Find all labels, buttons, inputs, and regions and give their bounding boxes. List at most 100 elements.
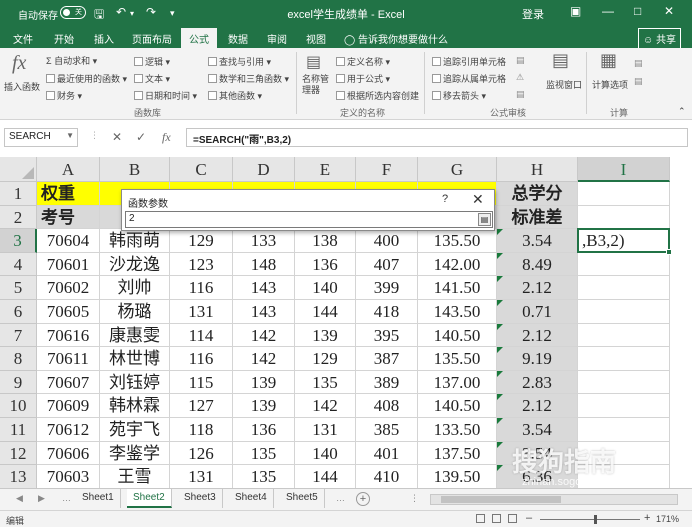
- watch-window-icon[interactable]: ▤: [552, 50, 569, 71]
- trace-precedents-button[interactable]: 追踪引用单元格: [432, 55, 506, 68]
- remove-arrows-button[interactable]: 移去箭头 ▾: [432, 89, 486, 102]
- help-button[interactable]: ?: [442, 193, 448, 205]
- tab-view[interactable]: 视图: [306, 31, 326, 46]
- cell-a9[interactable]: 70607: [37, 370, 100, 395]
- sheet-tab-sheet1[interactable]: Sheet1: [76, 489, 121, 508]
- evaluate-formula-icon[interactable]: ▤: [516, 89, 525, 100]
- cell-e6[interactable]: 144: [295, 300, 356, 324]
- row-header[interactable]: 6: [0, 300, 37, 324]
- cell-f5[interactable]: 399: [356, 276, 418, 300]
- cell-d10[interactable]: 139: [233, 394, 295, 418]
- cell-h10[interactable]: 2.12: [497, 394, 578, 418]
- name-box[interactable]: SEARCH ▼: [4, 128, 78, 147]
- column-header-f[interactable]: F: [356, 157, 418, 182]
- recent-functions-button[interactable]: 最近使用的函数 ▾: [46, 72, 127, 85]
- cell-a2[interactable]: 考号: [37, 205, 100, 230]
- calculator-icon[interactable]: ▦: [600, 50, 617, 71]
- cell-f13[interactable]: 410: [356, 465, 418, 488]
- cell-g7[interactable]: 140.50: [418, 323, 497, 348]
- cell-a1[interactable]: 权重: [37, 182, 100, 206]
- cell-c3[interactable]: 129: [170, 229, 233, 253]
- row-header[interactable]: 8: [0, 347, 37, 371]
- cell-b13[interactable]: 王雪: [100, 465, 170, 488]
- cell-g4[interactable]: 142.00: [418, 252, 497, 277]
- row-header[interactable]: 9: [0, 370, 37, 395]
- cell-i11[interactable]: [578, 418, 670, 442]
- minimize-icon[interactable]: —: [602, 4, 614, 18]
- cell-h7[interactable]: 2.12: [497, 323, 578, 348]
- zoom-slider-knob[interactable]: [594, 515, 597, 524]
- cell-d13[interactable]: 135: [233, 465, 295, 488]
- cell-h3[interactable]: 3.54: [497, 229, 578, 253]
- close-icon[interactable]: ✕: [472, 191, 484, 208]
- autosum-button[interactable]: Σ 自动求和 ▾: [46, 54, 97, 67]
- datetime-button[interactable]: 日期和时间 ▾: [134, 89, 197, 102]
- column-header-a[interactable]: A: [37, 157, 100, 182]
- enter-icon[interactable]: ✓: [136, 130, 146, 144]
- login-link[interactable]: 登录: [522, 6, 544, 22]
- fill-handle[interactable]: [666, 248, 672, 255]
- cell-f11[interactable]: 385: [356, 418, 418, 442]
- cell-f12[interactable]: 401: [356, 441, 418, 466]
- use-in-formula-button[interactable]: 用于公式 ▾: [336, 72, 390, 85]
- calculate-sheet-icon[interactable]: ▤: [634, 76, 643, 87]
- collapse-ribbon-icon[interactable]: ⌃: [678, 106, 686, 117]
- select-all-corner[interactable]: [0, 157, 37, 182]
- cell-d4[interactable]: 148: [233, 252, 295, 277]
- cell-i8[interactable]: [578, 347, 670, 371]
- financial-button[interactable]: 财务 ▾: [46, 89, 82, 102]
- cell-h9[interactable]: 2.83: [497, 370, 578, 395]
- cell-h8[interactable]: 9.19: [497, 347, 578, 371]
- column-header-b[interactable]: B: [100, 157, 170, 182]
- tab-insert[interactable]: 插入: [94, 31, 114, 46]
- name-manager-button[interactable]: 名称管理器: [302, 74, 332, 96]
- cell-g6[interactable]: 143.50: [418, 300, 497, 324]
- cell-e11[interactable]: 131: [295, 418, 356, 442]
- zoom-in-icon[interactable]: +: [644, 512, 650, 524]
- cell-a10[interactable]: 70609: [37, 394, 100, 418]
- cell-c11[interactable]: 118: [170, 418, 233, 442]
- scrollbar-thumb[interactable]: [441, 496, 561, 503]
- sheet-tab-sheet3[interactable]: Sheet3: [178, 489, 223, 508]
- more-functions-button[interactable]: 其他函数 ▾: [208, 89, 262, 102]
- cell-f3[interactable]: 400: [356, 229, 418, 253]
- add-sheet-icon[interactable]: +: [356, 492, 370, 506]
- cell-h4[interactable]: 8.49: [497, 252, 578, 277]
- cell-h11[interactable]: 3.54: [497, 418, 578, 442]
- row-header[interactable]: 13: [0, 465, 37, 488]
- lookup-button[interactable]: 查找与引用 ▾: [208, 55, 271, 68]
- row-header[interactable]: 11: [0, 418, 37, 442]
- more-sheets-icon[interactable]: …: [62, 493, 71, 503]
- cell-g10[interactable]: 140.50: [418, 394, 497, 418]
- row-header[interactable]: 2: [0, 205, 37, 230]
- cell-b8[interactable]: 林世博: [100, 347, 170, 371]
- cell-b11[interactable]: 苑宇飞: [100, 418, 170, 442]
- cell-i4[interactable]: [578, 252, 670, 277]
- cell-g5[interactable]: 141.50: [418, 276, 497, 300]
- row-header[interactable]: 12: [0, 441, 37, 466]
- expand-dialog-icon[interactable]: ▤: [478, 213, 491, 226]
- cell-g11[interactable]: 133.50: [418, 418, 497, 442]
- cell-f10[interactable]: 408: [356, 394, 418, 418]
- close-icon[interactable]: ✕: [664, 4, 674, 18]
- cell-b12[interactable]: 李鉴学: [100, 441, 170, 466]
- cell-d7[interactable]: 142: [233, 323, 295, 348]
- row-header[interactable]: 10: [0, 394, 37, 418]
- cell-d8[interactable]: 142: [233, 347, 295, 371]
- page-layout-view-icon[interactable]: [492, 514, 501, 523]
- cell-i5[interactable]: [578, 276, 670, 300]
- tab-review[interactable]: 审阅: [267, 31, 287, 46]
- cell-h2[interactable]: 标准差: [497, 205, 578, 230]
- cell-a11[interactable]: 70612: [37, 418, 100, 442]
- cell-e10[interactable]: 142: [295, 394, 356, 418]
- cell-d11[interactable]: 136: [233, 418, 295, 442]
- cell-d9[interactable]: 139: [233, 370, 295, 395]
- cell-e4[interactable]: 136: [295, 252, 356, 277]
- cell-i7[interactable]: [578, 323, 670, 348]
- cell-b3[interactable]: 韩雨萌: [100, 229, 170, 253]
- horizontal-scrollbar[interactable]: [430, 494, 678, 505]
- cell-g13[interactable]: 139.50: [418, 465, 497, 488]
- row-header[interactable]: 1: [0, 182, 37, 206]
- row-header[interactable]: 7: [0, 323, 37, 348]
- cell-g3[interactable]: 135.50: [418, 229, 497, 253]
